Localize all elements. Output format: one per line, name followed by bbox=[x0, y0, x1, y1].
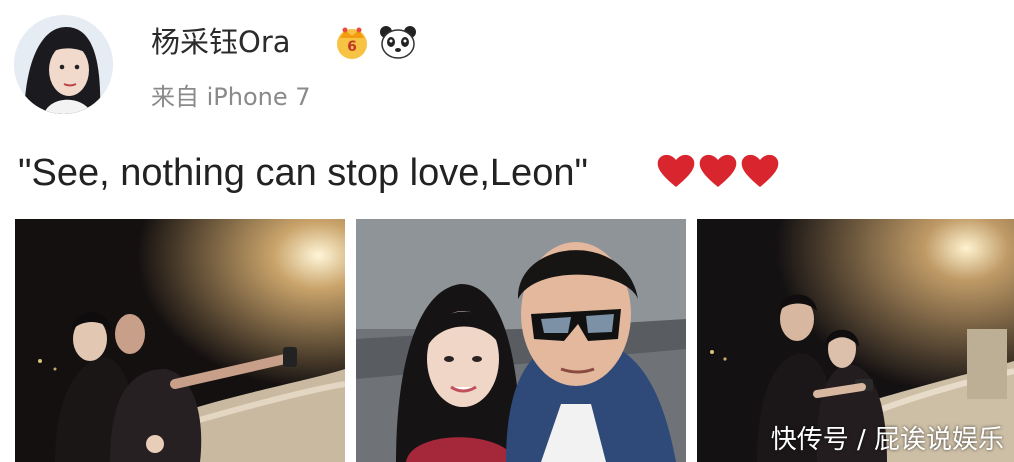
heart-icon bbox=[657, 154, 695, 187]
crown-vip-icon[interactable]: 6 bbox=[333, 24, 371, 60]
night-balcony-selfie-photo bbox=[15, 219, 345, 462]
heart-icon bbox=[741, 154, 779, 187]
couple-selfie-photo bbox=[356, 219, 686, 462]
heart-icon bbox=[699, 154, 737, 187]
photo-2[interactable] bbox=[356, 219, 686, 462]
author-name[interactable]: 杨采钰Ora bbox=[151, 22, 291, 62]
panda-icon bbox=[380, 26, 416, 59]
svg-text:6: 6 bbox=[347, 39, 357, 55]
post-text: "See, nothing can stop love,Leon" bbox=[18, 152, 588, 194]
avatar[interactable] bbox=[14, 15, 113, 114]
watermark: 快传号 / 屁诶说娱乐 bbox=[770, 425, 1004, 455]
avatar-image bbox=[14, 15, 113, 114]
emoji-hearts bbox=[656, 151, 784, 195]
post-source: 来自 iPhone 7 bbox=[151, 83, 311, 111]
photo-1[interactable] bbox=[15, 219, 345, 462]
